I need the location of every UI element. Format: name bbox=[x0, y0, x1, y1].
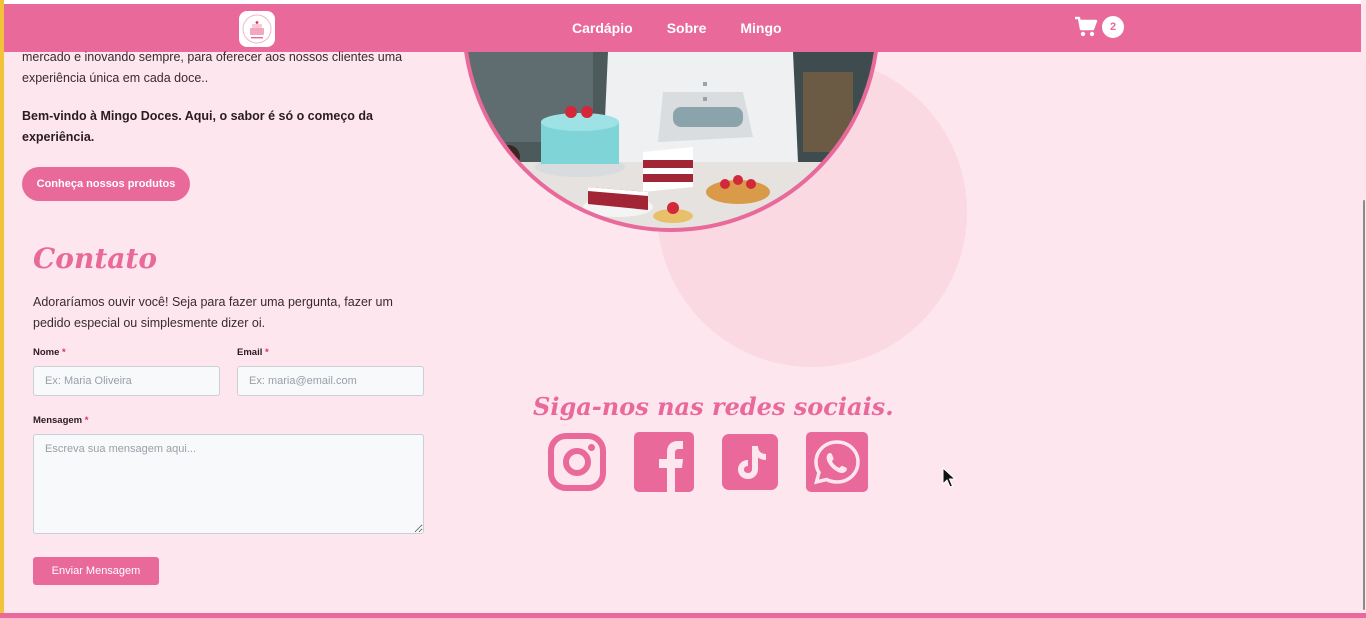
chef-hero-image bbox=[463, 52, 879, 232]
email-input[interactable] bbox=[237, 366, 424, 396]
email-label: Email * bbox=[237, 347, 269, 358]
nav-links: Cardápio Sobre Mingo bbox=[572, 4, 782, 52]
facebook-link[interactable] bbox=[634, 432, 694, 492]
whatsapp-link[interactable] bbox=[806, 432, 868, 492]
required-marker: * bbox=[84, 415, 89, 426]
cart-count-badge: 2 bbox=[1102, 16, 1124, 38]
tiktok-icon bbox=[722, 434, 778, 490]
instagram-icon bbox=[548, 433, 606, 491]
social-title: Siga-nos nas redes sociais. bbox=[533, 392, 894, 421]
chef-with-cakes-illustration bbox=[463, 52, 879, 232]
brand-logo[interactable] bbox=[239, 11, 275, 47]
cake-logo-icon bbox=[242, 14, 272, 44]
tiktok-link[interactable] bbox=[722, 434, 778, 490]
name-label: Nome * bbox=[33, 347, 66, 358]
message-textarea[interactable] bbox=[33, 434, 424, 534]
scrollbar-track[interactable] bbox=[1361, 0, 1366, 618]
contact-description: Adoraríamos ouvir você! Seja para fazer … bbox=[33, 295, 393, 330]
cart-button[interactable]: 2 bbox=[1074, 16, 1124, 38]
nav-link-mingo[interactable]: Mingo bbox=[740, 20, 781, 36]
scrollbar-thumb[interactable] bbox=[1363, 200, 1365, 610]
email-label-text: Email bbox=[237, 347, 263, 358]
navbar: Cardápio Sobre Mingo 2 bbox=[4, 4, 1362, 52]
message-label: Mensagem * bbox=[33, 415, 88, 426]
nav-link-cardapio[interactable]: Cardápio bbox=[572, 20, 633, 36]
facebook-icon bbox=[634, 432, 694, 492]
send-message-button[interactable]: Enviar Mensagem bbox=[33, 557, 159, 585]
message-label-text: Mensagem bbox=[33, 415, 83, 426]
instagram-link[interactable] bbox=[547, 432, 607, 492]
required-marker: * bbox=[265, 347, 269, 358]
required-marker: * bbox=[62, 347, 66, 358]
mouse-cursor-icon bbox=[942, 467, 956, 488]
welcome-text: Bem-vindo à Mingo Doces. Aqui, o sabor é… bbox=[22, 109, 373, 144]
shopping-cart-icon bbox=[1075, 16, 1098, 37]
nav-link-sobre[interactable]: Sobre bbox=[667, 20, 707, 36]
view-products-button[interactable]: Conheça nossos produtos bbox=[22, 167, 190, 201]
whatsapp-icon bbox=[806, 432, 868, 492]
left-edge-stripe bbox=[0, 0, 4, 618]
name-input[interactable] bbox=[33, 366, 220, 396]
contact-title: Contato bbox=[33, 242, 158, 275]
about-intro-text: mercado e inovando sempre, para oferecer… bbox=[22, 50, 403, 85]
name-label-text: Nome bbox=[33, 347, 60, 358]
footer-top-edge bbox=[0, 613, 1366, 618]
